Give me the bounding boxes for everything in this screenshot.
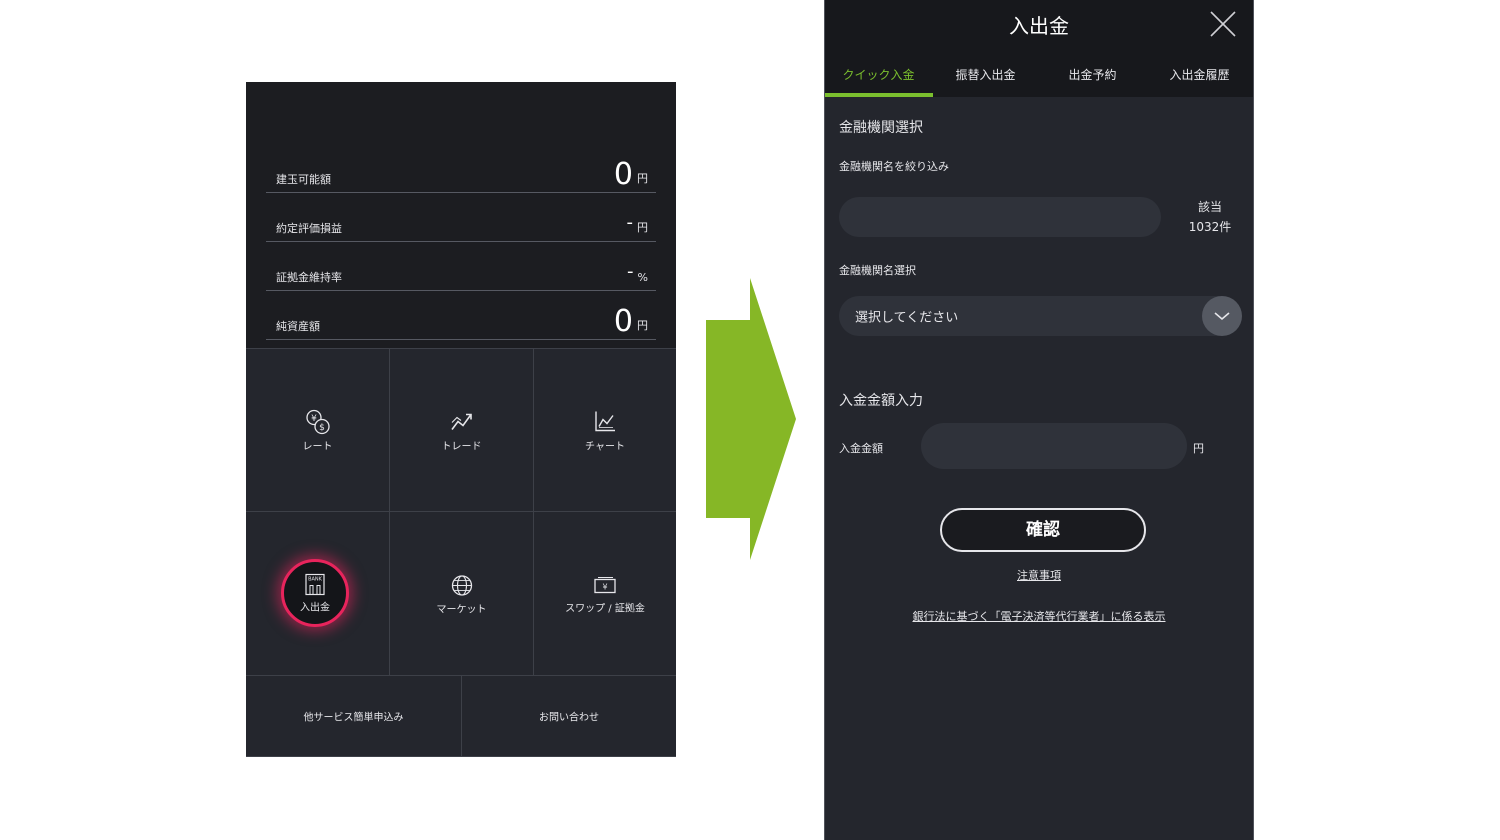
tile-label: 入出金 xyxy=(300,602,330,614)
confirm-button[interactable]: 確認 xyxy=(940,508,1146,552)
globe-icon xyxy=(451,574,472,596)
summary-label: 約定評価損益 xyxy=(276,222,342,235)
page-title: 入出金 xyxy=(1009,14,1069,38)
summary-label: 建玉可能額 xyxy=(276,173,331,186)
bank-icon: BANK xyxy=(305,573,325,596)
tile-deposit-withdraw[interactable]: BANK 入出金 xyxy=(246,512,390,676)
summary-row-net-assets: 純資産額 0 円 xyxy=(266,291,656,340)
summary-unit: 円 xyxy=(637,221,648,234)
footer-label: お問い合わせ xyxy=(539,712,599,724)
close-icon[interactable] xyxy=(1209,10,1237,38)
transition-arrow xyxy=(706,278,796,560)
tile-label: レート xyxy=(302,441,333,453)
match-label: 該当 xyxy=(1197,200,1222,214)
line-chart-icon xyxy=(595,411,615,432)
summary-unit: 円 xyxy=(637,319,648,332)
tab-history[interactable]: 入出金履歴 xyxy=(1146,66,1253,83)
match-count: 該当 1032件 xyxy=(1177,197,1243,237)
summary-value: 0 xyxy=(613,157,633,192)
summary-label: 純資産額 xyxy=(276,320,320,333)
tile-chart[interactable]: チャート xyxy=(534,348,676,512)
match-count-value: 1032件 xyxy=(1188,220,1232,234)
tile-rate[interactable]: ¥ $ レート xyxy=(246,348,390,512)
bank-section-title: 金融機関選択 xyxy=(839,120,923,136)
active-tab-indicator xyxy=(825,93,933,97)
yen-wallet-icon: ¥ xyxy=(594,576,616,593)
footer-contact[interactable]: お問い合わせ xyxy=(462,676,676,757)
home-screen: 建玉可能額 0 円 約定評価損益 - 円 証拠金維持率 - % 純資産額 0 円… xyxy=(246,82,676,757)
summary-row-unrealized-pl: 約定評価損益 - 円 xyxy=(266,193,656,242)
tab-quick-deposit[interactable]: クイック入金 xyxy=(825,66,932,83)
tile-trade[interactable]: トレード xyxy=(390,348,534,512)
amount-unit: 円 xyxy=(1193,442,1204,455)
summary-unit: % xyxy=(637,271,648,284)
amount-label: 入金金額 xyxy=(839,442,883,455)
account-summary: 建玉可能額 0 円 約定評価損益 - 円 証拠金維持率 - % 純資産額 0 円 xyxy=(246,82,676,348)
select-dropdown-button[interactable] xyxy=(1202,296,1242,336)
bank-select[interactable]: 選択してください xyxy=(839,296,1242,336)
filter-label: 金融機関名を絞り込み xyxy=(839,160,949,173)
chevron-down-icon xyxy=(1214,312,1230,321)
tab-transfer[interactable]: 振替入出金 xyxy=(932,66,1039,83)
trend-chart-icon xyxy=(450,413,472,430)
bank-select-label: 金融機関名選択 xyxy=(839,264,916,277)
notes-link[interactable]: 注意事項 xyxy=(825,567,1253,583)
summary-row-available-margin: 建玉可能額 0 円 xyxy=(266,144,656,193)
amount-input[interactable] xyxy=(921,423,1187,469)
legal-disclosure-link[interactable]: 銀行法に基づく「電子決済等代行業者」に係る表示 xyxy=(825,608,1253,624)
tile-swap-margin[interactable]: ¥ スワップ / 証拠金 xyxy=(534,512,676,676)
deposit-highlight-ring[interactable]: BANK 入出金 xyxy=(281,559,349,627)
summary-value: - xyxy=(626,212,634,233)
tile-label: チャート xyxy=(585,441,625,453)
amount-section-title: 入金金額入力 xyxy=(839,393,923,409)
svg-text:$: $ xyxy=(319,423,325,433)
summary-label: 証拠金維持率 xyxy=(276,271,342,284)
svg-text:¥: ¥ xyxy=(602,582,607,591)
tile-label: トレード xyxy=(441,441,482,453)
summary-unit: 円 xyxy=(637,172,648,185)
deposit-header: 入出金 クイック入金 振替入出金 出金予約 入出金履歴 xyxy=(825,0,1253,97)
svg-text:BANK: BANK xyxy=(308,577,323,583)
summary-row-margin-ratio: 証拠金維持率 - % xyxy=(266,242,656,291)
tile-label: マーケット xyxy=(436,604,487,615)
summary-value: - xyxy=(627,261,634,282)
footer-label: 他サービス簡単申込み xyxy=(303,712,404,724)
yen-dollar-icon: ¥ $ xyxy=(305,409,330,435)
bank-filter-input[interactable] xyxy=(839,197,1161,237)
deposit-screen: 入出金 クイック入金 振替入出金 出金予約 入出金履歴 金融機関選択 金融機関名… xyxy=(824,0,1254,840)
tile-label: スワップ / 証拠金 xyxy=(565,603,645,614)
summary-value: 0 xyxy=(613,304,633,339)
footer-other-services[interactable]: 他サービス簡単申込み xyxy=(246,676,462,757)
bank-select-value: 選択してください xyxy=(855,310,959,326)
tab-withdraw-reservation[interactable]: 出金予約 xyxy=(1039,66,1146,83)
tile-market[interactable]: マーケット xyxy=(390,512,534,676)
